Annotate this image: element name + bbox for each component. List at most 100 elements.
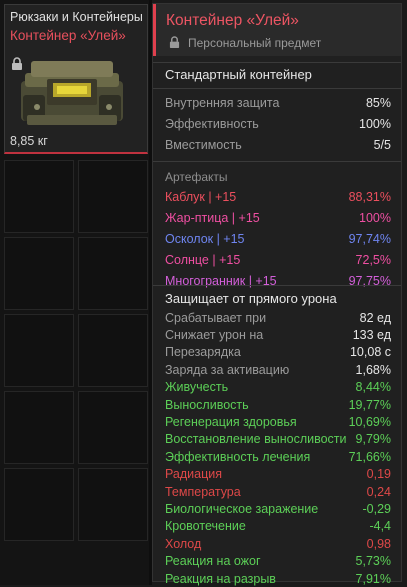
protection-row: Реакция на разрыв 7,91%	[165, 570, 391, 587]
protection-row-value: 7,91%	[355, 571, 391, 586]
stat-row: Эффективность 100%	[165, 113, 391, 134]
protection-row-label: Реакция на ожог	[165, 554, 261, 569]
protection-row-value: -4,4	[369, 519, 391, 534]
inventory-slot[interactable]	[78, 160, 148, 233]
artifact-row-value: 97,74%	[348, 231, 391, 246]
protection-row: Температура 0,24	[165, 483, 391, 500]
protection-row-value: 1,68%	[355, 362, 391, 377]
inventory-slot[interactable]	[78, 314, 148, 387]
inventory-slot[interactable]	[4, 160, 74, 233]
divider	[153, 88, 401, 89]
item-weight: 8,85 кг	[10, 134, 48, 148]
artifact-row-label: Жар-птица | +15	[165, 210, 260, 225]
protection-row-label: Выносливость	[165, 397, 249, 412]
protection-row-label: Кровотечение	[165, 519, 246, 534]
artifact-row: Осколок | +15 97,74%	[165, 228, 391, 249]
protection-row: Живучесть 8,44%	[165, 379, 391, 396]
inventory-slot[interactable]	[78, 468, 148, 541]
inventory-slot[interactable]	[4, 391, 74, 464]
protection-row: Реакция на ожог 5,73%	[165, 552, 391, 569]
protection-row-label: Перезарядка	[165, 345, 241, 360]
protection-row: Биологическое заражение -0,29	[165, 500, 391, 517]
inventory-panel: Рюкзаки и Контейнеры Контейнер «Улей» 8,…	[0, 0, 152, 585]
protection-row: Кровотечение -4,4	[165, 518, 391, 535]
protection-heading: Защищает от прямого урона	[165, 291, 337, 306]
protection-row: Регенерация здоровья 10,69%	[165, 413, 391, 430]
protection-row: Эффективность лечения 71,66%	[165, 448, 391, 465]
stat-row-value: 5/5	[373, 137, 391, 152]
artifacts-heading: Артефакты	[165, 170, 228, 184]
artifact-row-label: Каблук | +15	[165, 189, 237, 204]
protection-row-label: Регенерация здоровья	[165, 415, 297, 430]
stat-row-label: Внутренняя защита	[165, 95, 280, 110]
protection-row: Заряда за активацию 1,68%	[165, 361, 391, 378]
divider	[153, 285, 401, 286]
item-card-hive-container[interactable]: Рюкзаки и Контейнеры Контейнер «Улей» 8,…	[4, 4, 148, 154]
item-name: Контейнер «Улей»	[10, 28, 126, 43]
tooltip-header: Контейнер «Улей» Персональный предмет	[153, 4, 401, 56]
lock-icon	[12, 57, 22, 70]
inventory-slot[interactable]	[78, 237, 148, 310]
stat-row-label: Вместимость	[165, 137, 242, 152]
protection-row-value: 71,66%	[348, 449, 391, 464]
protection-row: Выносливость 19,77%	[165, 396, 391, 413]
protection-row: Срабатывает при 82 ед	[165, 309, 391, 326]
protection-row-label: Живучесть	[165, 380, 229, 395]
protection-row-value: 0,19	[366, 467, 391, 482]
artifact-row-value: 88,31%	[348, 189, 391, 204]
protection-row-value: 133 ед	[352, 328, 391, 343]
stats-section: Внутренняя защита 85% Эффективность 100% Вме…	[153, 92, 401, 155]
artifact-row-label: Солнце | +15	[165, 252, 241, 267]
item-type: Стандартный контейнер	[165, 67, 312, 82]
inventory-slot[interactable]	[4, 468, 74, 541]
stat-row: Вместимость 5/5	[165, 134, 391, 155]
container-image	[21, 61, 123, 125]
divider	[153, 62, 401, 63]
protection-row-value: 0,24	[366, 484, 391, 499]
protection-row-value: 0,98	[366, 536, 391, 551]
inventory-grid	[4, 160, 148, 580]
tooltip-subtitle: Персональный предмет	[188, 36, 322, 50]
inventory-slot[interactable]	[4, 237, 74, 310]
protection-row-label: Срабатывает при	[165, 310, 267, 325]
artifact-row: Каблук | +15 88,31%	[165, 186, 391, 207]
protection-row: Перезарядка 10,08 с	[165, 344, 391, 361]
protection-row-label: Холод	[165, 536, 202, 551]
protection-row-value: 8,44%	[355, 380, 391, 395]
stat-row-value: 100%	[359, 116, 391, 131]
protection-row-label: Снижает урон на	[165, 328, 264, 343]
protection-row-label: Температура	[165, 484, 241, 499]
protection-row: Снижает урон на 133 ед	[165, 326, 391, 343]
inventory-slot[interactable]	[4, 314, 74, 387]
artifact-row: Жар-птица | +15 100%	[165, 207, 391, 228]
stat-row-label: Эффективность	[165, 116, 259, 131]
protection-row-label: Восстановление выносливости	[165, 432, 347, 447]
lock-icon	[169, 36, 180, 48]
artifact-row-value: 100%	[359, 210, 391, 225]
item-tooltip: Контейнер «Улей» Персональный предмет Ст…	[152, 3, 402, 586]
protection-row-value: 9,79%	[355, 432, 391, 447]
artifact-row-value: 72,5%	[355, 252, 391, 267]
protection-row-label: Реакция на разрыв	[165, 571, 276, 586]
type-section: Стандартный контейнер	[153, 64, 401, 85]
artifact-row-label: Осколок | +15	[165, 231, 245, 246]
stat-row-value: 85%	[365, 95, 391, 110]
item-category: Рюкзаки и Контейнеры	[10, 10, 143, 24]
inventory-slot[interactable]	[78, 391, 148, 464]
artifacts-section: Артефакты Каблук | +15 88,31% Жар-птица | …	[153, 169, 401, 291]
artifact-row: Солнце | +15 72,5%	[165, 249, 391, 270]
protection-row-label: Биологическое заражение	[165, 501, 319, 516]
protection-row-value: -0,29	[362, 501, 392, 516]
protection-row-value: 10,69%	[348, 415, 391, 430]
protection-row-value: 5,73%	[355, 554, 391, 569]
tooltip-title: Контейнер «Улей»	[166, 12, 299, 29]
protection-row: Холод 0,98	[165, 535, 391, 552]
protection-row-label: Радиация	[165, 467, 223, 482]
protection-row-value: 82 ед	[359, 310, 391, 325]
protection-row-label: Заряда за активацию	[165, 362, 290, 377]
protection-row-value: 10,08 с	[349, 345, 391, 360]
protection-row-value: 19,77%	[348, 397, 391, 412]
protection-row: Восстановление выносливости 9,79%	[165, 431, 391, 448]
divider	[153, 161, 401, 162]
protection-row: Радиация 0,19	[165, 466, 391, 483]
